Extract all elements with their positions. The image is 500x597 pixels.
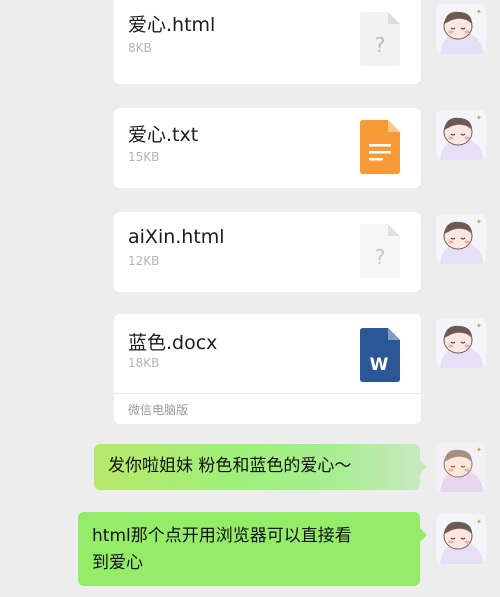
message-text: 发你啦姐妹 粉色和蓝色的爱心～ [108, 456, 352, 476]
file-name: 爱心.txt [128, 124, 199, 146]
svg-text:✦: ✦ [476, 322, 482, 330]
file-card-3[interactable]: aiXin.html 12KB ? [114, 212, 421, 292]
file-size: 8KB [128, 41, 152, 55]
avatar[interactable]: ✦ [436, 110, 486, 160]
file-card-4[interactable]: 蓝色.docx 18KB W 微信电脑版 [114, 314, 421, 424]
unknown-file-icon: ? [360, 224, 400, 278]
svg-text:?: ? [375, 245, 386, 269]
svg-text:?: ? [375, 33, 386, 57]
source-app-label: 微信电脑版 [128, 403, 189, 417]
file-card-2[interactable]: 爱心.txt 15KB [114, 108, 421, 188]
bubble-tail [420, 528, 427, 542]
word-file-icon: W [360, 328, 400, 382]
file-source-footer: 微信电脑版 [114, 393, 421, 424]
file-size: 12KB [128, 254, 160, 268]
svg-text:✦: ✦ [476, 446, 482, 454]
message-text-line-1: html那个点开用浏览器可以直接看 [92, 526, 352, 546]
message-bubble[interactable]: html那个点开用浏览器可以直接看 到爱心 [78, 512, 420, 586]
svg-text:W: W [370, 355, 389, 375]
svg-text:✦: ✦ [476, 518, 482, 526]
avatar[interactable]: ✦ [436, 514, 486, 564]
avatar[interactable]: ✦ [436, 4, 486, 54]
avatar[interactable]: ✦ [436, 318, 486, 368]
message-bubble[interactable]: 发你啦姐妹 粉色和蓝色的爱心～ [94, 444, 420, 490]
svg-text:✦: ✦ [476, 114, 482, 122]
text-file-icon [360, 120, 400, 174]
avatar[interactable]: ✦ [436, 442, 486, 492]
file-name: 蓝色.docx [128, 332, 218, 354]
file-size: 18KB [128, 356, 160, 370]
bubble-tail [420, 460, 427, 474]
svg-text:✦: ✦ [476, 8, 482, 16]
unknown-file-icon: ? [360, 12, 400, 66]
file-card-1[interactable]: 爱心.html 8KB ? [114, 0, 421, 84]
file-name: 爱心.html [128, 14, 216, 36]
file-size: 15KB [128, 150, 160, 164]
svg-text:✦: ✦ [476, 218, 482, 226]
avatar[interactable]: ✦ [436, 214, 486, 264]
message-text-line-2: 到爱心 [92, 553, 143, 573]
file-name: aiXin.html [128, 226, 225, 248]
